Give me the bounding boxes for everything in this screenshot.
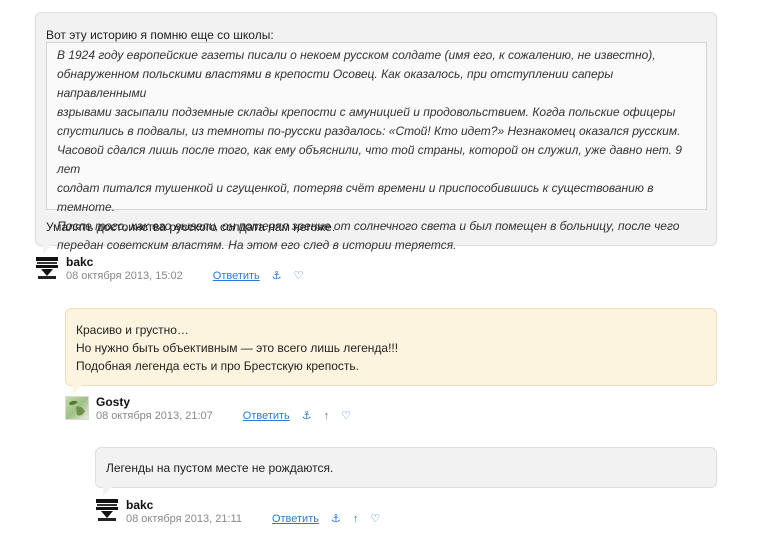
bubble-tail [103, 487, 112, 496]
anchor-icon[interactable]: ⚓ [302, 409, 312, 422]
comment-bubble: Вот эту историю я помню еще со школы: В … [35, 12, 717, 252]
arrow-up-icon[interactable]: ↑ [353, 513, 359, 525]
quote-line: спустились в подвалы, из темноты по-русс… [57, 124, 681, 138]
quote-line: Часовой сдался лишь после того, как ему … [57, 143, 682, 176]
comment-author[interactable]: bakc [126, 498, 153, 512]
arrow-up-icon[interactable]: ↑ [324, 410, 330, 422]
anchor-icon[interactable]: ⚓ [272, 269, 282, 282]
comment-date: 08 октября 2013, 21:11 [126, 512, 242, 525]
comment-line: Легенды на пустом месте не рождаются. [106, 461, 334, 475]
comment-meta: 08 октября 2013, 21:07 Ответить ⚓ ↑ ♡ [96, 409, 351, 423]
avatar[interactable] [35, 256, 59, 280]
avatar[interactable] [65, 396, 89, 420]
reply-link[interactable]: Ответить [243, 410, 290, 422]
bubble-tail [73, 385, 82, 394]
bubble-tail [43, 245, 52, 254]
comment-bubble: Красиво и грустно… Но нужно быть объекти… [65, 308, 717, 386]
quote-line: В 1924 году европейские газеты писали о … [57, 48, 656, 62]
quote-line: передан советским властям. На этом его с… [57, 238, 457, 252]
comment-meta: 08 октября 2013, 15:02 Ответить ⚓ ♡ [66, 269, 304, 283]
reply-link[interactable]: Ответить [272, 513, 319, 525]
quote-line: взрывами засыпали подземные склады крепо… [57, 105, 676, 119]
heart-icon[interactable]: ♡ [370, 512, 380, 525]
comment-date: 08 октября 2013, 15:02 [66, 269, 183, 282]
avatar[interactable] [95, 498, 119, 522]
comment-author[interactable]: Gosty [96, 395, 130, 409]
quote-line: солдат питался тушенкой и сгущенкой, пот… [57, 181, 654, 214]
comment-line: Подобная легенда есть и про Брестскую кр… [76, 359, 359, 373]
heart-icon[interactable]: ♡ [341, 409, 351, 422]
quote-line: обнаруженном польскими властями в крепос… [57, 67, 614, 100]
reply-link[interactable]: Ответить [213, 270, 260, 282]
comment-author[interactable]: bakc [66, 255, 93, 269]
blockquote: В 1924 году европейские газеты писали о … [46, 42, 707, 252]
comment-line: Красиво и грустно… [76, 323, 189, 337]
heart-icon[interactable]: ♡ [294, 269, 304, 282]
comment-bubble: Легенды на пустом месте не рождаются. [95, 447, 717, 488]
comment-meta: 08 октября 2013, 21:11 Ответить ⚓ ↑ ♡ [126, 512, 380, 526]
comment-line: Но нужно быть объективным — это всего ли… [76, 341, 399, 355]
comment-date: 08 октября 2013, 21:07 [96, 409, 213, 422]
comment-outro: Умалять достоинства русского солдата нам… [46, 220, 336, 234]
anchor-icon[interactable]: ⚓ [331, 512, 341, 525]
